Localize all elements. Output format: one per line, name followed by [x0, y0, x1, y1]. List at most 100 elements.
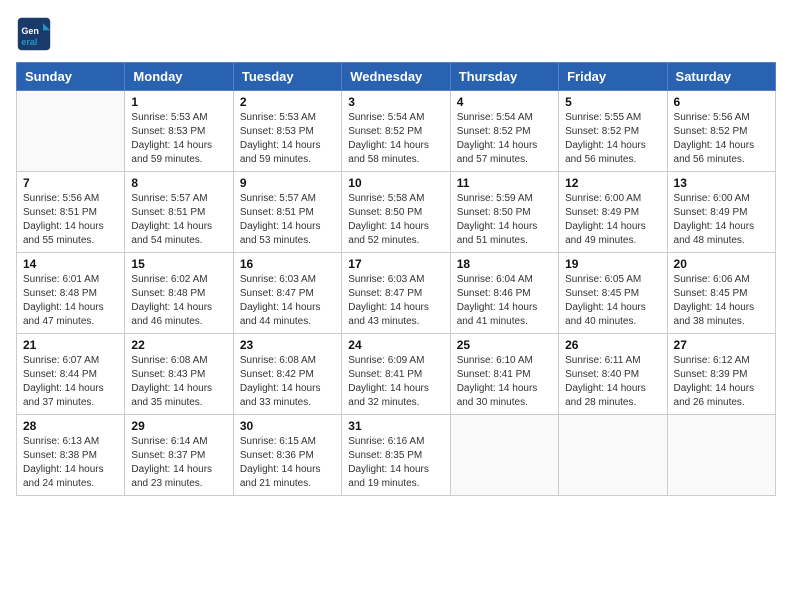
day-info: Sunrise: 6:04 AMSunset: 8:46 PMDaylight:…	[457, 273, 552, 329]
sunset-text: Sunset: 8:46 PM	[457, 287, 552, 301]
sunrise-text: Sunrise: 6:08 AM	[131, 354, 226, 368]
daylight-minutes-text: and 58 minutes.	[348, 153, 443, 167]
day-number: 25	[457, 338, 552, 352]
daylight-text: Daylight: 14 hours	[348, 382, 443, 396]
day-info: Sunrise: 6:06 AMSunset: 8:45 PMDaylight:…	[674, 273, 769, 329]
day-info: Sunrise: 6:09 AMSunset: 8:41 PMDaylight:…	[348, 354, 443, 410]
calendar-cell: 4Sunrise: 5:54 AMSunset: 8:52 PMDaylight…	[450, 91, 558, 172]
day-info: Sunrise: 5:55 AMSunset: 8:52 PMDaylight:…	[565, 111, 660, 167]
sunset-text: Sunset: 8:51 PM	[240, 206, 335, 220]
calendar-cell: 13Sunrise: 6:00 AMSunset: 8:49 PMDayligh…	[667, 172, 775, 253]
daylight-text: Daylight: 14 hours	[131, 220, 226, 234]
sunset-text: Sunset: 8:53 PM	[131, 125, 226, 139]
sunrise-text: Sunrise: 5:53 AM	[240, 111, 335, 125]
daylight-minutes-text: and 55 minutes.	[23, 234, 118, 248]
calendar-cell	[17, 91, 125, 172]
day-number: 4	[457, 95, 552, 109]
sunset-text: Sunset: 8:39 PM	[674, 368, 769, 382]
daylight-text: Daylight: 14 hours	[565, 220, 660, 234]
sunrise-text: Sunrise: 6:03 AM	[348, 273, 443, 287]
sunset-text: Sunset: 8:45 PM	[565, 287, 660, 301]
daylight-minutes-text: and 52 minutes.	[348, 234, 443, 248]
daylight-minutes-text: and 59 minutes.	[240, 153, 335, 167]
day-info: Sunrise: 6:07 AMSunset: 8:44 PMDaylight:…	[23, 354, 118, 410]
day-info: Sunrise: 5:59 AMSunset: 8:50 PMDaylight:…	[457, 192, 552, 248]
sunset-text: Sunset: 8:52 PM	[457, 125, 552, 139]
daylight-minutes-text: and 57 minutes.	[457, 153, 552, 167]
daylight-text: Daylight: 14 hours	[348, 301, 443, 315]
day-info: Sunrise: 5:56 AMSunset: 8:51 PMDaylight:…	[23, 192, 118, 248]
day-number: 27	[674, 338, 769, 352]
daylight-minutes-text: and 30 minutes.	[457, 396, 552, 410]
daylight-minutes-text: and 51 minutes.	[457, 234, 552, 248]
day-number: 3	[348, 95, 443, 109]
day-number: 10	[348, 176, 443, 190]
sunrise-text: Sunrise: 5:57 AM	[240, 192, 335, 206]
day-info: Sunrise: 6:08 AMSunset: 8:43 PMDaylight:…	[131, 354, 226, 410]
calendar-cell: 9 Sunrise: 5:57 AMSunset: 8:51 PMDaylight…	[233, 172, 341, 253]
calendar-cell: 7Sunrise: 5:56 AMSunset: 8:51 PMDaylight…	[17, 172, 125, 253]
day-info: Sunrise: 6:15 AMSunset: 8:36 PMDaylight:…	[240, 435, 335, 491]
calendar-cell: 22Sunrise: 6:08 AMSunset: 8:43 PMDayligh…	[125, 334, 233, 415]
daylight-text: Daylight: 14 hours	[674, 382, 769, 396]
day-info: Sunrise: 6:02 AMSunset: 8:48 PMDaylight:…	[131, 273, 226, 329]
day-number: 18	[457, 257, 552, 271]
sunset-text: Sunset: 8:36 PM	[240, 449, 335, 463]
sunset-text: Sunset: 8:48 PM	[131, 287, 226, 301]
sunset-text: Sunset: 8:49 PM	[565, 206, 660, 220]
daylight-minutes-text: and 35 minutes.	[131, 396, 226, 410]
calendar-cell: 12 Sunrise: 6:00 AMSunset: 8:49 PMDayligh…	[559, 172, 667, 253]
sunset-text: Sunset: 8:49 PM	[674, 206, 769, 220]
daylight-text: Daylight: 14 hours	[674, 301, 769, 315]
calendar-cell: 3 Sunrise: 5:54 AMSunset: 8:52 PMDaylight…	[342, 91, 450, 172]
weekday-header-thursday: Thursday	[450, 63, 558, 91]
sunset-text: Sunset: 8:40 PM	[565, 368, 660, 382]
daylight-minutes-text: and 38 minutes.	[674, 315, 769, 329]
sunrise-text: Sunrise: 5:58 AM	[348, 192, 443, 206]
daylight-minutes-text: and 23 minutes.	[131, 477, 226, 491]
calendar-table: SundayMondayTuesdayWednesdayThursdayFrid…	[16, 62, 776, 496]
sunset-text: Sunset: 8:50 PM	[348, 206, 443, 220]
sunset-text: Sunset: 8:51 PM	[131, 206, 226, 220]
calendar-cell: 24Sunrise: 6:09 AMSunset: 8:41 PMDayligh…	[342, 334, 450, 415]
daylight-minutes-text: and 33 minutes.	[240, 396, 335, 410]
daylight-text: Daylight: 14 hours	[240, 382, 335, 396]
day-number: 23	[240, 338, 335, 352]
calendar-cell: 8Sunrise: 5:57 AMSunset: 8:51 PMDaylight…	[125, 172, 233, 253]
daylight-minutes-text: and 28 minutes.	[565, 396, 660, 410]
calendar-cell	[559, 415, 667, 496]
day-info: Sunrise: 6:00 AMSunset: 8:49 PMDaylight:…	[565, 192, 660, 248]
calendar-cell	[667, 415, 775, 496]
sunset-text: Sunset: 8:38 PM	[23, 449, 118, 463]
day-info: Sunrise: 5:54 AMSunset: 8:52 PMDaylight:…	[348, 111, 443, 167]
sunrise-text: Sunrise: 5:54 AM	[348, 111, 443, 125]
day-number: 17	[348, 257, 443, 271]
sunset-text: Sunset: 8:51 PM	[23, 206, 118, 220]
calendar-cell: 20Sunrise: 6:06 AMSunset: 8:45 PMDayligh…	[667, 253, 775, 334]
daylight-minutes-text: and 54 minutes.	[131, 234, 226, 248]
sunset-text: Sunset: 8:45 PM	[674, 287, 769, 301]
daylight-text: Daylight: 14 hours	[348, 139, 443, 153]
sunrise-text: Sunrise: 6:14 AM	[131, 435, 226, 449]
day-info: Sunrise: 5:53 AMSunset: 8:53 PMDaylight:…	[240, 111, 335, 167]
sunrise-text: Sunrise: 6:06 AM	[674, 273, 769, 287]
day-number: 31	[348, 419, 443, 433]
sunrise-text: Sunrise: 5:59 AM	[457, 192, 552, 206]
calendar-cell	[450, 415, 558, 496]
weekday-header-friday: Friday	[559, 63, 667, 91]
sunrise-text: Sunrise: 6:15 AM	[240, 435, 335, 449]
day-number: 21	[23, 338, 118, 352]
sunset-text: Sunset: 8:43 PM	[131, 368, 226, 382]
daylight-minutes-text: and 43 minutes.	[348, 315, 443, 329]
day-info: Sunrise: 5:57 AMSunset: 8:51 PMDaylight:…	[240, 192, 335, 248]
daylight-text: Daylight: 14 hours	[23, 382, 118, 396]
daylight-minutes-text: and 37 minutes.	[23, 396, 118, 410]
day-info: Sunrise: 6:13 AMSunset: 8:38 PMDaylight:…	[23, 435, 118, 491]
day-number: 12	[565, 176, 660, 190]
day-info: Sunrise: 6:08 AMSunset: 8:42 PMDaylight:…	[240, 354, 335, 410]
day-info: Sunrise: 5:56 AMSunset: 8:52 PMDaylight:…	[674, 111, 769, 167]
sunset-text: Sunset: 8:48 PM	[23, 287, 118, 301]
day-number: 9	[240, 176, 335, 190]
sunrise-text: Sunrise: 6:04 AM	[457, 273, 552, 287]
logo: Gen eral	[16, 16, 56, 52]
